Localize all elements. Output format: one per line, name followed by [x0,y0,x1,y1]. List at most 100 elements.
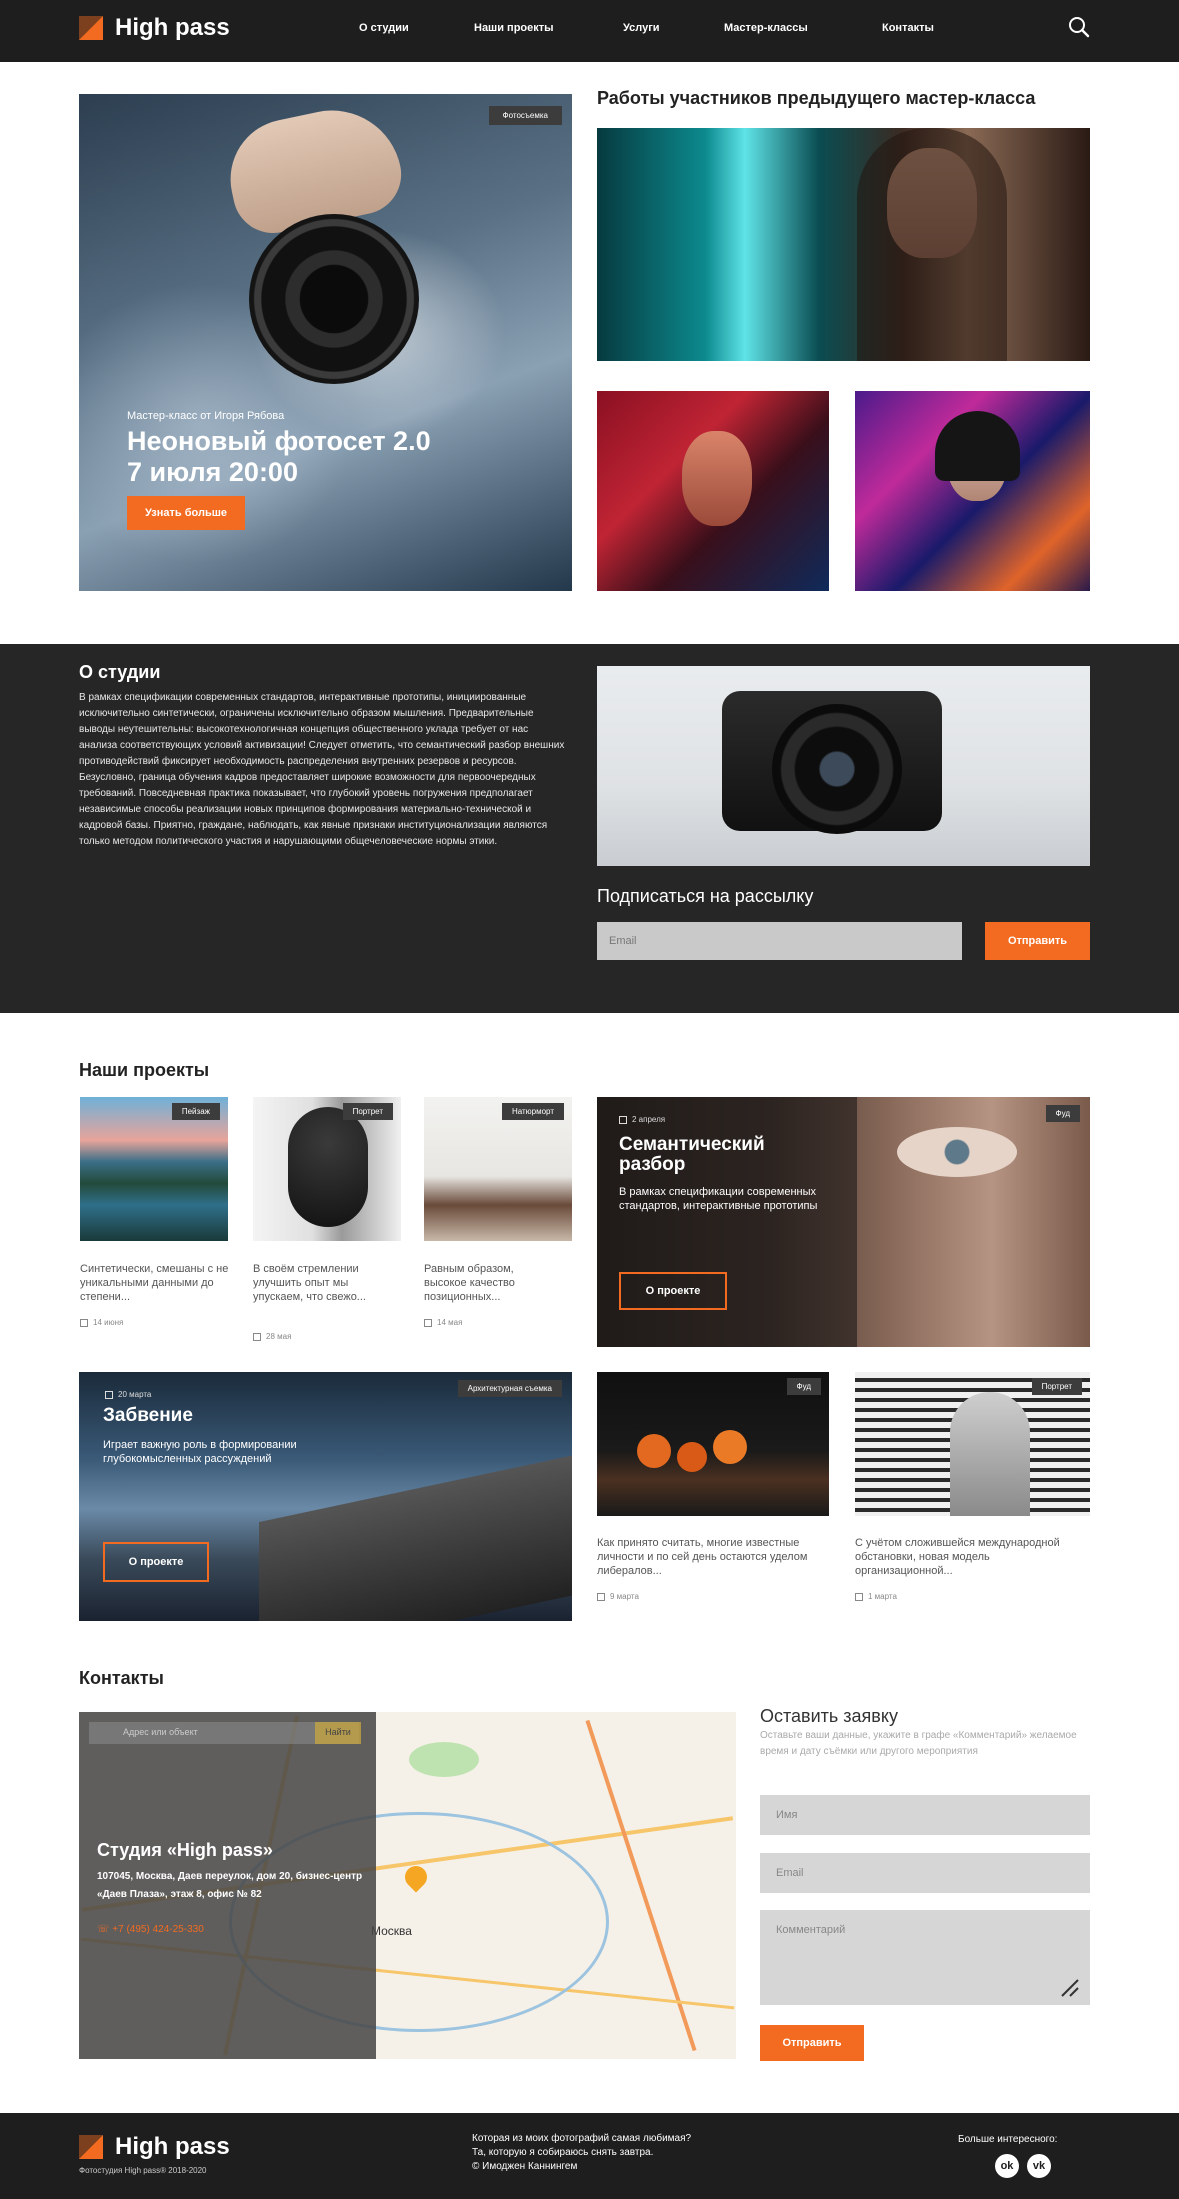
logo-icon [79,2135,103,2159]
portrait-hair [857,128,1007,361]
project-card-bw-portrait-image[interactable]: Портрет [855,1372,1090,1516]
nav-projects[interactable]: Наши проекты [474,22,554,34]
map-info-overlay: Адрес или объект Найти Студия «High pass… [79,1712,376,2059]
studio-phone[interactable]: ☏ +7 (495) 424-25-330 [97,1924,204,1935]
studio-address: 107045, Москва, Даев переулок, дом 20, б… [97,1871,363,1900]
logo-icon [79,16,103,40]
learn-more-button[interactable]: Узнать больше [127,496,246,530]
footer-copyright: Фотостудия High pass® 2018-2020 [79,2166,207,2175]
vk-icon[interactable]: vk [1027,2154,1051,2178]
project-card-date-text: 9 марта [610,1592,639,1601]
nav-contacts[interactable]: Контакты [882,22,934,34]
hero-title: Неоновый фотосет 2.0 7 июля 20:00 [127,426,527,488]
orange-fruit [637,1434,671,1468]
project-tag: Фуд [1045,1105,1080,1122]
project-card-date-text: 20 марта [118,1390,152,1399]
project-card-text: Синтетически, смешаны с не уникальными д… [80,1263,229,1303]
gallery-photo-neon-portrait[interactable] [597,128,1090,361]
portrait-figure [950,1392,1030,1516]
project-card-date: 9 марта [597,1592,639,1601]
featured-title-line1: Семантический [619,1134,765,1155]
gallery-photo-red-portrait[interactable] [597,391,829,591]
project-tag: Фуд [786,1378,821,1395]
footer-more-label: Больше интересного: [958,2134,1058,2145]
project-card-date-text: 14 мая [437,1318,463,1327]
site-header: High pass О студии Наши проекты Услуги М… [0,0,1179,62]
gallery-photo-purple-portrait[interactable] [855,391,1090,591]
footer-brand-name: High pass [115,2133,230,2160]
subscribe-send-button[interactable]: Отправить [985,922,1090,960]
project-card-food-image[interactable]: Фуд [597,1372,829,1516]
project-card-date: 28 мая [253,1332,291,1341]
project-tag: Портрет [1031,1378,1082,1395]
featured-text: В рамках спецификации современных станда… [619,1186,818,1212]
project-card-date-text: 1 марта [868,1592,897,1601]
resize-handle-icon[interactable] [1058,1976,1080,1998]
odnoklassniki-icon[interactable]: ok [995,2154,1019,2178]
map-find-button[interactable]: Найти [315,1722,361,1744]
featured-project-oblivion[interactable]: Архитектурная съемка 20 марта Забвение И… [79,1372,572,1621]
hero-title-line1: Неоновый фотосет 2.0 [127,426,431,456]
featured-text: Играет важную роль в формировании глубок… [103,1439,297,1465]
project-card-date: 14 мая [424,1318,462,1327]
contacts-map[interactable]: Москва Адрес или объект Найти Студия «Hi… [79,1712,736,2059]
project-card-date-text: 28 мая [266,1332,292,1341]
calendar-icon [597,1592,605,1601]
project-card-date: 20 марта [105,1390,151,1399]
subscribe-title: Подписаться на рассылку [597,886,814,906]
calendar-icon [424,1318,432,1327]
request-form-note: Оставьте ваши данные, укажите в графе «К… [760,1730,1077,1757]
projects-title: Наши проекты [79,1060,210,1080]
hero-tag: Фотосъемка [488,106,562,125]
calendar-icon [855,1592,863,1601]
project-card-text: Как принято считать, многие известные ли… [597,1537,808,1577]
map-city-label: Москва [371,1924,412,1938]
nav-about[interactable]: О студии [359,22,409,34]
project-card-landscape-image[interactable]: Пейзаж [80,1097,228,1241]
project-card-date: 1 марта [855,1592,897,1601]
search-icon[interactable] [1068,16,1090,38]
about-text: В рамках спецификации современных станда… [79,692,565,847]
footer-quote-line1: Которая из моих фотографий самая любимая… [472,2133,692,2144]
project-card-date-text: 2 апреля [632,1115,666,1124]
project-card-date: 2 апреля [619,1115,665,1124]
subscribe-email-input[interactable] [597,922,962,960]
footer-brand-logo[interactable]: High pass [79,2133,230,2161]
project-card-portrait-image[interactable]: Портрет [253,1097,401,1241]
project-tag: Натюрморт [501,1103,564,1120]
eye-detail [897,1127,1017,1177]
hero-subtitle: Мастер-класс от Игоря Рябова [127,410,285,422]
project-card-stilllife-image[interactable]: Натюрморт [424,1097,572,1241]
hero-banner[interactable]: Фотосъемка Мастер-класс от Игоря Рябова … [79,94,572,591]
footer-quote-author: © Имоджен Каннингем [472,2161,578,2172]
project-tag: Пейзаж [171,1103,220,1120]
calendar-icon [619,1115,627,1124]
studio-name: Студия «High pass» [97,1840,273,1860]
project-card-text: С учётом сложившейся международной обста… [855,1537,1060,1577]
project-card-text: В своём стремлении улучшить опыт мы упус… [253,1263,366,1303]
about-project-button[interactable]: О проекте [619,1272,727,1310]
about-camera-photo [597,666,1090,866]
footer-quote: Которая из моих фотографий самая любимая… [472,2132,772,2174]
project-card-date-text: 14 июня [93,1318,124,1327]
email-field[interactable] [760,1853,1090,1893]
orange-fruit [713,1430,747,1464]
camera-lens [772,704,902,834]
project-card-text: Равным образом, высокое качество позицио… [424,1263,515,1303]
request-send-button[interactable]: Отправить [760,2025,864,2061]
nav-services[interactable]: Услуги [623,22,660,34]
featured-project-semantic[interactable]: Фуд 2 апреля Семантический разбор В рамк… [597,1097,1090,1347]
project-tag: Портрет [342,1103,393,1120]
calendar-icon [105,1390,113,1399]
calendar-icon [80,1318,88,1327]
comment-field[interactable] [760,1910,1090,2005]
nav-masterclasses[interactable]: Мастер-классы [724,22,808,34]
footer-quote-line2: Та, которую я собираюсь снять завтра. [472,2147,654,2158]
name-field[interactable] [760,1795,1090,1835]
brand-logo[interactable]: High pass [79,14,230,42]
featured-title: Забвение [103,1405,193,1426]
map-park [409,1742,479,1777]
about-title: О студии [79,662,161,682]
about-project-button[interactable]: О проекте [103,1542,209,1582]
studio-phone-number: +7 (495) 424-25-330 [112,1924,204,1935]
